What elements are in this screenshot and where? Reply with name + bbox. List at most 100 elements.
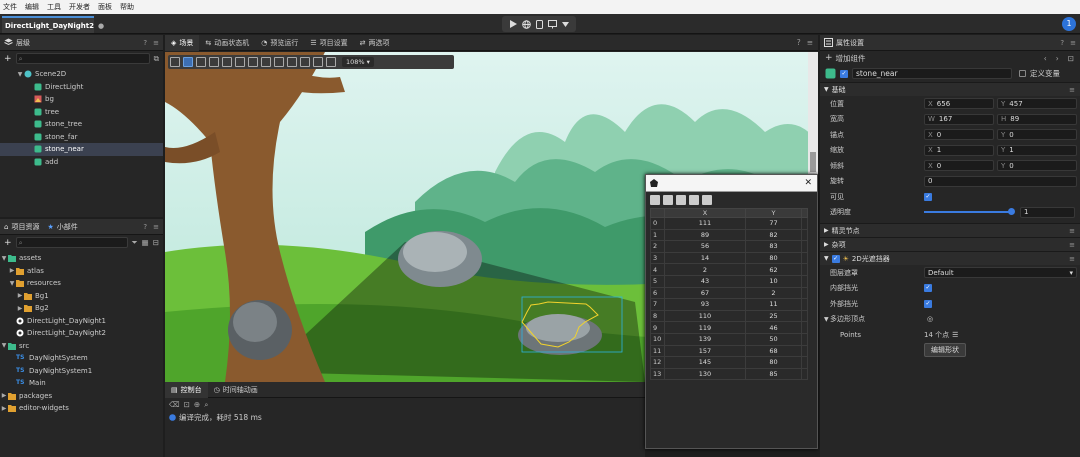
select-tool-icon[interactable] (183, 57, 193, 67)
menu-edit[interactable]: 编辑 (25, 2, 39, 12)
lock-icon[interactable]: ⊡ (1068, 54, 1074, 63)
width-input[interactable]: W 167 (924, 113, 994, 125)
asset-folder-packages[interactable]: ▶ packages (0, 390, 163, 403)
clear-icon[interactable]: ⌫ (169, 400, 180, 409)
cell-y[interactable]: 62 (744, 263, 802, 276)
display-icon[interactable] (326, 57, 336, 67)
cell-y[interactable]: 11 (744, 298, 802, 311)
cell-x[interactable]: 14 (664, 251, 746, 265)
table-row[interactable]: 12 145 80 (650, 356, 809, 369)
collapse-icon[interactable]: ⊟ (153, 238, 159, 247)
cell-y[interactable]: 80 (744, 251, 802, 265)
menu-developer[interactable]: 开发者 (69, 2, 90, 12)
snap-icon[interactable] (300, 57, 310, 67)
tree-node-bg[interactable]: bg (0, 93, 163, 106)
asset-folder-resources[interactable]: ▼ resources (0, 277, 163, 290)
table-row[interactable]: 13 130 85 (650, 367, 809, 381)
position-y-input[interactable]: Y 457 (997, 98, 1077, 110)
align-bottom-icon[interactable] (261, 57, 271, 67)
tree-node-scene2d[interactable]: ▼ Scene2D (0, 68, 163, 81)
remove-point-icon[interactable] (676, 195, 686, 205)
cell-y[interactable]: 83 (744, 240, 802, 253)
add-node-button[interactable]: + (4, 54, 12, 64)
tab-timeline[interactable]: ◷ 时间轴动画 (208, 382, 264, 398)
tab-console[interactable]: ▤ 控制台 (165, 381, 208, 398)
menu-icon[interactable]: ≡ (1069, 241, 1075, 249)
help-icon[interactable]: ? (143, 223, 147, 231)
cell-x[interactable]: 145 (664, 356, 746, 369)
asset-folder-bg2[interactable]: ▶ Bg2 (0, 302, 163, 315)
tab-options[interactable]: ⇄ 两选项 (354, 35, 396, 51)
lock-icon[interactable]: ⊡ (184, 400, 190, 409)
move-up-icon[interactable] (689, 195, 699, 205)
copy-icon[interactable]: ⧉ (154, 54, 159, 64)
asset-folder-assets[interactable]: ▼ assets (0, 252, 163, 265)
skew-y-input[interactable]: Y0 (997, 160, 1077, 172)
table-row[interactable]: 0 111 77 (650, 217, 809, 230)
cell-y[interactable]: 68 (744, 344, 802, 358)
expand-arrow-icon[interactable]: ▶ (8, 267, 16, 274)
section-sprite[interactable]: ▶ 精灵节点 ≡ (820, 223, 1080, 237)
cell-x[interactable]: 56 (664, 240, 746, 253)
menu-icon[interactable]: ≡ (1069, 227, 1075, 235)
grid-view-icon[interactable]: ▦ (142, 238, 149, 247)
menu-file[interactable]: 文件 (3, 2, 17, 12)
asset-folder-editor-widgets[interactable]: ▶ editor-widgets (0, 402, 163, 415)
rotation-input[interactable]: 0 (924, 175, 1077, 187)
section-misc[interactable]: ▶ 杂项 ≡ (820, 237, 1080, 251)
add-asset-button[interactable]: + (4, 238, 12, 248)
scale-x-input[interactable]: X1 (924, 144, 994, 156)
tab-preview[interactable]: ◔ 预览运行 (255, 35, 304, 51)
expand-arrow-icon[interactable]: ▼ (0, 342, 8, 349)
cell-y[interactable]: 77 (744, 217, 802, 230)
play-icon[interactable] (509, 20, 517, 28)
chevron-down-icon[interactable] (562, 21, 570, 27)
help-icon[interactable]: ? (143, 39, 147, 47)
table-row[interactable]: 3 14 80 (650, 251, 809, 265)
tab-widgets[interactable]: ★ 小部件 (47, 222, 77, 232)
menu-icon[interactable]: ≡ (1069, 255, 1075, 263)
monitor-icon[interactable] (548, 19, 558, 29)
add-point-icon[interactable] (650, 195, 660, 205)
table-row[interactable]: 1 89 82 (650, 228, 809, 242)
globe-icon[interactable] (521, 19, 531, 29)
list-icon[interactable]: ☰ (952, 331, 958, 339)
cell-x[interactable]: 110 (664, 309, 746, 323)
anchor-y-input[interactable]: Y0 (997, 129, 1077, 141)
cell-x[interactable]: 93 (664, 298, 746, 311)
table-row[interactable]: 10 139 50 (650, 332, 809, 346)
menu-icon[interactable]: ≡ (807, 38, 813, 47)
cell-x[interactable]: 111 (664, 217, 746, 230)
visible-checkbox[interactable]: ✓ (924, 192, 932, 201)
cell-y[interactable]: 25 (744, 309, 802, 323)
asset-folder-atlas[interactable]: ▶ atlas (0, 265, 163, 278)
menu-help[interactable]: 帮助 (120, 2, 134, 12)
anchor-x-input[interactable]: X0 (924, 129, 994, 141)
expand-arrow-icon[interactable]: ▶ (0, 392, 8, 399)
cell-y[interactable]: 80 (744, 356, 802, 369)
scale-y-input[interactable]: Y1 (997, 144, 1077, 156)
cell-x[interactable]: 139 (664, 332, 746, 346)
outer-shadow-checkbox[interactable]: ✓ (924, 299, 932, 308)
tree-node-stone-near[interactable]: stone_near (0, 143, 163, 156)
vertical-scrollbar[interactable] (810, 152, 816, 172)
asset-ts-main[interactable]: TS Main (0, 377, 163, 390)
cell-x[interactable]: 43 (664, 274, 746, 288)
height-input[interactable]: H 89 (997, 113, 1077, 125)
cell-x[interactable]: 130 (664, 367, 746, 381)
alpha-slider-knob[interactable] (1008, 208, 1015, 216)
align-left-icon[interactable] (196, 57, 206, 67)
tab-project-settings[interactable]: ☰ 项目设置 (304, 35, 353, 51)
position-x-input[interactable]: X 656 (924, 98, 994, 110)
file-tab[interactable]: DirectLight_DayNight2 ● (2, 16, 104, 33)
help-icon[interactable]: ? (1060, 39, 1064, 47)
menu-icon[interactable]: ≡ (1070, 39, 1076, 47)
edit-shape-button[interactable]: 编辑形状 (924, 343, 966, 358)
skew-x-input[interactable]: X0 (924, 160, 994, 172)
menu-panel[interactable]: 面板 (98, 2, 112, 12)
align-middle-icon[interactable] (248, 57, 258, 67)
tab-animator[interactable]: ⇆ 动画状态机 (199, 35, 255, 51)
asset-ts-daynightsystem1[interactable]: TS DayNightSystem1 (0, 365, 163, 378)
expand-arrow-icon[interactable]: ▶ (16, 305, 24, 312)
align-top-icon[interactable] (235, 57, 245, 67)
